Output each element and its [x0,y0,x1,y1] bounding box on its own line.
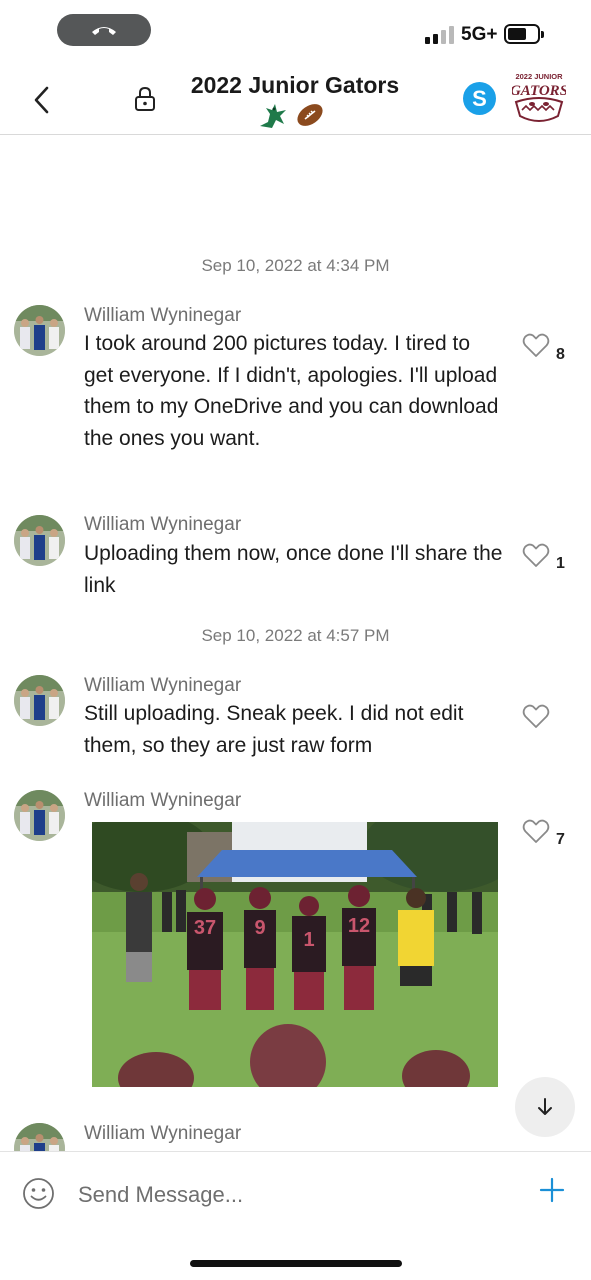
avatar-photo [14,790,65,841]
svg-text:GATORS: GATORS [512,83,566,99]
group-logo[interactable]: 2022 JUNIOR GATORS [512,70,566,128]
shared-photo[interactable]: 37 9 1 12 [92,822,498,1087]
message-text: Still uploading. Sneak peek. I did not e… [84,702,464,757]
message-text: I took around 200 pictures today. I tire… [84,332,499,450]
plus-icon[interactable] [539,1177,565,1203]
svg-text:37: 37 [194,917,216,939]
football-team-photo: 37 9 1 12 [92,822,498,1087]
sender-name[interactable]: William Wyninegar [84,305,241,327]
svg-text:9: 9 [254,917,265,939]
avatar-photo [14,305,65,356]
like-count: 8 [556,346,565,363]
battery-icon [504,24,544,44]
sender-name[interactable]: William Wyninegar [84,790,241,812]
sender-name[interactable]: William Wyninegar [84,1123,241,1145]
gator-icon [260,104,286,128]
heart-icon[interactable] [522,332,550,358]
title-emoji [258,100,326,130]
timestamp-separator: Sep 10, 2022 at 4:34 PM [201,256,390,275]
skype-icon[interactable]: S [463,82,496,115]
signal-icon [425,26,454,44]
timestamp-separator: Sep 10, 2022 at 4:57 PM [201,626,390,645]
group-title[interactable]: 2022 Junior Gators [160,72,430,99]
svg-text:12: 12 [348,915,370,937]
phone-icon [92,27,116,35]
back-icon[interactable] [28,84,56,116]
call-indicator[interactable] [57,14,151,46]
message-input[interactable] [78,1180,498,1210]
svg-text:2022 JUNIOR: 2022 JUNIOR [515,72,563,81]
avatar-photo [14,675,65,726]
avatar-photo [14,515,65,566]
football-icon [297,104,323,126]
status-bar: 5G+ [0,0,591,62]
sender-name[interactable]: William Wyninegar [84,514,241,536]
home-indicator[interactable] [190,1260,402,1267]
svg-text:1: 1 [303,929,314,951]
sender-name[interactable]: William Wyninegar [84,675,241,697]
heart-icon[interactable] [522,542,550,568]
like-count: 7 [556,831,565,848]
avatar[interactable] [14,515,65,566]
like-count: 1 [556,555,565,572]
message-text: Uploading them now, once done I'll share… [84,542,503,597]
avatar[interactable] [14,675,65,726]
scroll-to-bottom-button[interactable] [515,1077,575,1137]
lock-icon [135,86,155,111]
avatar[interactable] [14,305,65,356]
chat-header: 2022 Junior Gators S 2022 JUNIOR GATORS [0,62,591,135]
arrow-down-icon [538,1098,552,1115]
message-composer [0,1151,591,1280]
network-label: 5G+ [461,24,498,45]
heart-icon[interactable] [522,818,550,844]
emoji-icon[interactable] [22,1177,55,1210]
heart-icon[interactable] [522,703,550,729]
avatar[interactable] [14,790,65,841]
